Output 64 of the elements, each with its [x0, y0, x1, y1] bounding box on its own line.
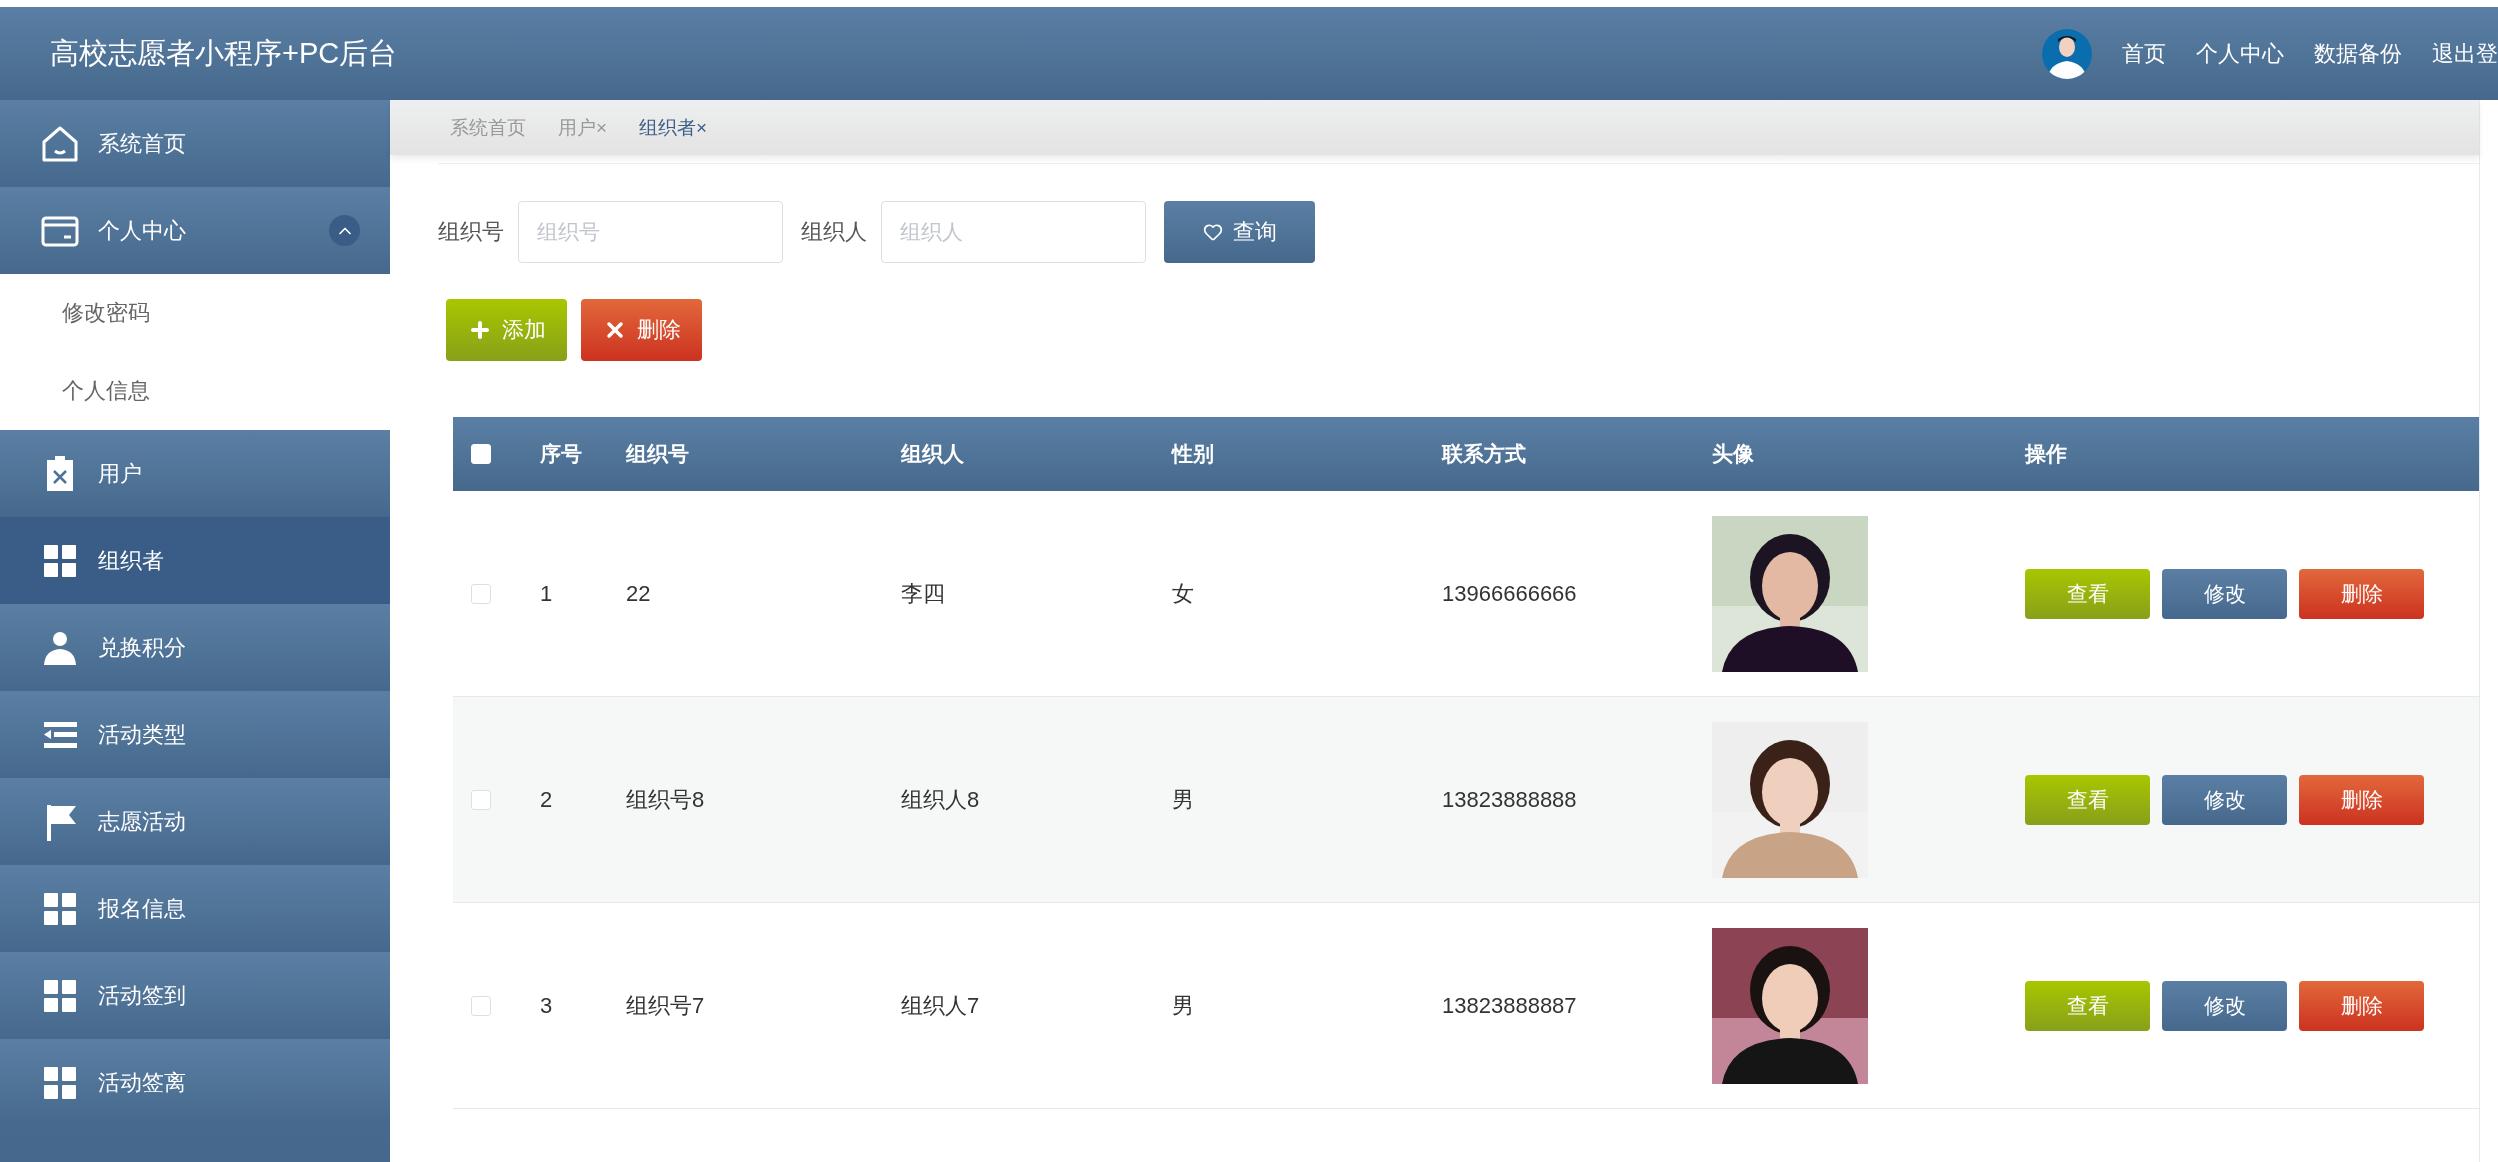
table-cell-text: 女 — [1171, 579, 1195, 608]
table-cell-text: 李四 — [900, 579, 946, 608]
delete-button[interactable]: 删除 — [2299, 774, 2424, 825]
table-cell-text: 13823888888 — [1441, 786, 1578, 813]
nav-link[interactable]: 首页 — [2122, 38, 2166, 69]
table-cell-text: 1 — [539, 580, 554, 607]
column-header: 序号 — [539, 441, 583, 467]
submenu-item[interactable]: 个人信息 — [0, 352, 390, 430]
table-cell-text: 2 — [539, 786, 554, 813]
table-cell-text: 22 — [625, 580, 652, 607]
sidebar-label: 兑换积分 — [98, 633, 187, 662]
sidebar-item[interactable]: 兑换积分 — [0, 604, 390, 691]
sidebar-item[interactable]: 用户 — [0, 430, 390, 517]
delete-button[interactable]: 删除 — [2299, 568, 2424, 619]
submenu-item[interactable]: 修改密码 — [0, 274, 390, 352]
edit-button[interactable]: 修改 — [2162, 980, 2287, 1031]
column-header: 头像 — [1711, 441, 1755, 467]
table-cell-text: 男 — [1171, 991, 1195, 1020]
row-checkbox[interactable] — [471, 583, 491, 604]
table-cell-text: 3 — [539, 992, 554, 1019]
nav-link[interactable]: 退出登 — [2432, 38, 2498, 69]
select-all-checkbox[interactable] — [471, 444, 491, 464]
column-header: 组织人 — [900, 441, 965, 467]
breadcrumb-tab[interactable]: 组织者× — [639, 114, 708, 141]
column-header: 联系方式 — [1440, 441, 1527, 467]
field-label: 组织号 — [438, 218, 504, 246]
table-cell-text: 组织号8 — [625, 785, 706, 814]
table-cell-text: 男 — [1171, 785, 1195, 814]
sidebar-label: 活动签到 — [98, 981, 187, 1010]
column-header: 操作 — [2023, 441, 2068, 467]
sidebar-item[interactable]: 活动类型 — [0, 691, 390, 778]
table-cell-text: 组织号7 — [625, 991, 706, 1020]
sidebar-label: 报名信息 — [98, 894, 187, 923]
row-checkbox[interactable] — [471, 995, 491, 1016]
sidebar-item[interactable]: 报名信息 — [0, 865, 390, 952]
column-header: 性别 — [1170, 441, 1215, 467]
nav-link[interactable]: 个人中心 — [2196, 38, 2284, 69]
edit-button[interactable]: 修改 — [2162, 568, 2287, 619]
sidebar-label: 志愿活动 — [98, 807, 187, 836]
column-header: 组织号 — [625, 441, 690, 467]
sidebar-label: 系统首页 — [98, 129, 187, 158]
field-label: 组织人 — [801, 218, 867, 246]
sidebar-label: 活动签离 — [98, 1068, 187, 1097]
sidebar-label: 组织者 — [98, 546, 165, 575]
table-cell-text: 组织人7 — [900, 991, 981, 1020]
collapse-toggle[interactable] — [329, 215, 360, 246]
sidebar-item[interactable]: 组织者 — [0, 517, 390, 604]
app-title: 高校志愿者小程序+PC后台 — [50, 35, 398, 71]
sidebar-item[interactable]: 志愿活动 — [0, 778, 390, 865]
search-button[interactable]: 查询 — [1164, 201, 1315, 263]
table-cell-text: 13823888887 — [1441, 992, 1578, 1019]
table-cell-text: 组织人8 — [900, 785, 981, 814]
edit-button[interactable]: 修改 — [2162, 774, 2287, 825]
delete-button[interactable]: 删除 — [581, 299, 702, 361]
table-cell-text: 13966666666 — [1441, 580, 1578, 607]
sidebar-label: 活动类型 — [98, 720, 187, 749]
sidebar-label: 用户 — [98, 459, 143, 488]
delete-button[interactable]: 删除 — [2299, 980, 2424, 1031]
heart-icon — [1202, 222, 1223, 242]
row-checkbox[interactable] — [471, 789, 491, 810]
search-field[interactable]: 组织人 — [881, 201, 1146, 263]
search-field[interactable]: 组织号 — [518, 201, 783, 263]
sidebar-label: 个人中心 — [98, 216, 187, 245]
nav-link[interactable]: 数据备份 — [2314, 38, 2402, 69]
